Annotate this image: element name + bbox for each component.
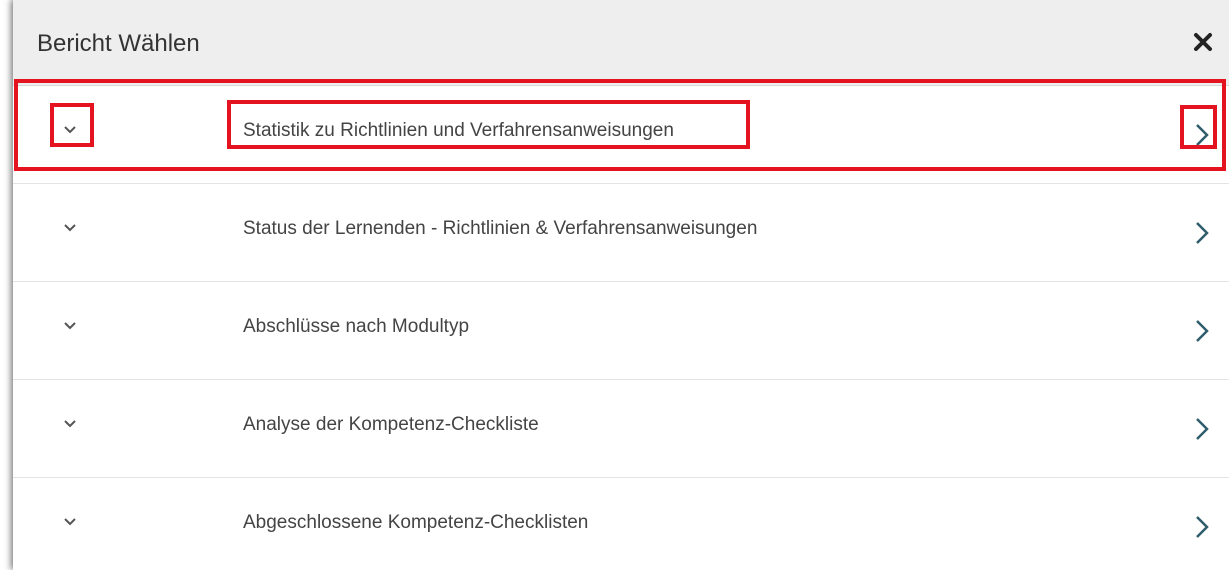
chevron-right-icon[interactable] [1191,120,1213,150]
report-label: Analyse der Kompetenz-Checkliste [243,414,539,435]
chevron-down-icon[interactable] [60,218,80,238]
chevron-down-icon[interactable] [60,414,80,434]
report-label: Abschlüsse nach Modultyp [243,316,470,337]
close-icon-glyph [1194,33,1212,51]
report-select-dialog: Bericht Wählen Statistik zu Richtlinien … [13,0,1229,570]
close-icon[interactable] [1191,30,1215,54]
dialog-header: Bericht Wählen [13,0,1229,86]
chevron-right-icon[interactable] [1191,316,1213,346]
chevron-right-icon[interactable] [1191,218,1213,248]
report-row-5[interactable]: Abgeschlossene Kompetenz-Checklisten [13,478,1229,570]
dialog-title: Bericht Wählen [37,30,200,57]
report-row-3[interactable]: Abschlüsse nach Modultyp [13,282,1229,380]
chevron-down-icon[interactable] [60,512,80,532]
chevron-down-icon[interactable] [60,120,80,140]
chevron-right-icon[interactable] [1191,414,1213,444]
chevron-right-icon[interactable] [1191,512,1213,542]
chevron-down-icon[interactable] [60,316,80,336]
report-row-1[interactable]: Statistik zu Richtlinien und Verfahrensa… [13,86,1229,184]
report-label: Status der Lernenden - Richtlinien & Ver… [243,218,758,239]
report-label: Abgeschlossene Kompetenz-Checklisten [243,512,589,533]
report-label: Statistik zu Richtlinien und Verfahrensa… [243,120,674,141]
report-row-4[interactable]: Analyse der Kompetenz-Checkliste [13,380,1229,478]
report-row-2[interactable]: Status der Lernenden - Richtlinien & Ver… [13,184,1229,282]
